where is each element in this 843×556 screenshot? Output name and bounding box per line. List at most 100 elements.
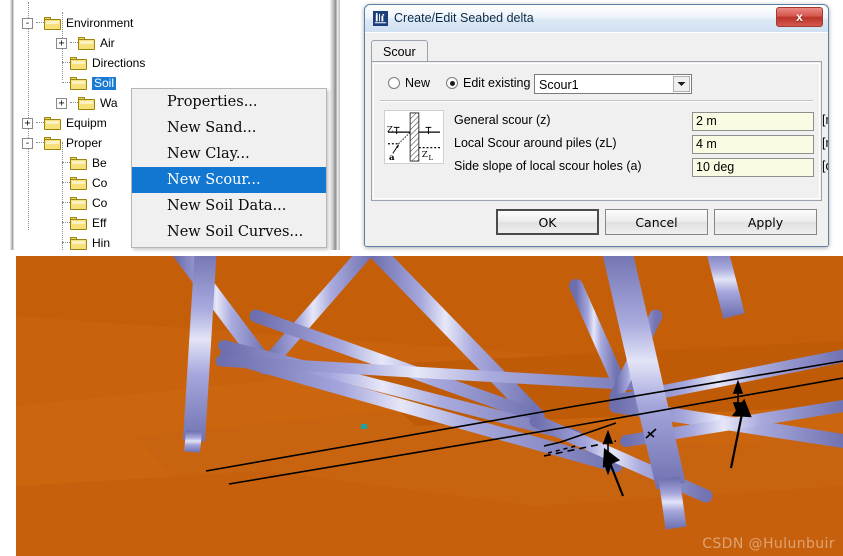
tree-panel-right-divider[interactable]	[330, 0, 340, 250]
tree-item-label: Soil	[92, 75, 117, 90]
folder-icon	[70, 236, 87, 250]
field-label: Side slope of local scour holes (a)	[454, 159, 642, 173]
scour-settings-panel: New Edit existing Scour1 Z a Z L General…	[371, 61, 828, 201]
tree-toggle-icon[interactable]: +	[56, 37, 67, 49]
folder-icon	[44, 116, 61, 130]
folder-icon	[70, 176, 87, 190]
tree-item-co-1[interactable]: Co	[62, 173, 107, 193]
tree-panel-left-divider[interactable]	[10, 0, 14, 250]
side-slope-input[interactable]: 10 deg	[692, 158, 814, 177]
svg-text:a: a	[389, 153, 395, 163]
input-value: 2 m	[696, 114, 717, 128]
folder-icon	[44, 16, 61, 30]
tree-item-label: Directions	[92, 55, 146, 70]
close-icon[interactable]: x	[776, 7, 823, 27]
tree-item-co-2[interactable]: Co	[62, 193, 107, 213]
menu-item-new-sand[interactable]: New Sand...	[132, 115, 326, 141]
scour-select-value: Scour1	[539, 78, 579, 92]
apply-button[interactable]: Apply	[714, 209, 817, 235]
tree-item-label: Equipm	[66, 115, 107, 130]
local-scour-input[interactable]: 4 m	[692, 135, 814, 154]
tree-item-label: Be	[92, 155, 107, 170]
tree-item-environment[interactable]: - Environment	[22, 13, 133, 33]
3d-model-viewport[interactable]: 4 2 10 deg. General scour Local scour CS…	[16, 256, 843, 556]
folder-icon	[70, 76, 87, 90]
watermark: CSDN @Hulunbuir	[702, 536, 835, 552]
radio-edit-existing-label: Edit existing	[463, 76, 531, 90]
input-value: 10 deg	[696, 160, 735, 174]
tree-dash	[70, 42, 78, 44]
tree-dash	[62, 242, 70, 244]
tree-item-waves[interactable]: + Wa	[56, 93, 118, 113]
tree-item-label: Environment	[66, 15, 134, 30]
field-general-scour: General scour (z) 2 m [m]	[454, 112, 828, 131]
field-label: Local Scour around piles (zL)	[454, 136, 617, 150]
tree-toggle-icon[interactable]: +	[22, 117, 33, 129]
folder-icon	[70, 196, 87, 210]
tree-dash	[36, 22, 44, 24]
tree-toggle-icon[interactable]: -	[22, 137, 33, 149]
panel-divider-highlight	[380, 101, 813, 102]
tree-item-directions[interactable]: Directions	[62, 53, 145, 73]
tab-scour[interactable]: Scour	[371, 40, 428, 62]
menu-item-new-soil-curves[interactable]: New Soil Curves...	[132, 219, 326, 245]
dialog-body: Scour New Edit existing Scour1 Z a Z L G…	[365, 32, 828, 246]
menu-item-new-clay[interactable]: New Clay...	[132, 141, 326, 167]
ok-button[interactable]: OK	[496, 209, 599, 235]
scour-select[interactable]: Scour1	[534, 74, 692, 94]
svg-text:Z: Z	[422, 150, 428, 160]
tree-item-label: Eff	[92, 215, 107, 230]
tree-dash	[62, 162, 70, 164]
tree-dash	[36, 142, 44, 144]
radio-new-label: New	[405, 76, 431, 90]
menu-item-new-scour[interactable]: New Scour...	[132, 167, 326, 193]
dialog-title: Create/Edit Seabed delta	[394, 11, 534, 25]
tree-toggle-icon[interactable]: +	[56, 97, 67, 109]
tree-item-label: Co	[92, 175, 108, 190]
create-edit-seabed-delta-dialog[interactable]: Create/Edit Seabed delta x Scour New Edi…	[364, 4, 829, 247]
general-scour-input[interactable]: 2 m	[692, 112, 814, 131]
tree-item-eff[interactable]: Eff	[62, 213, 106, 233]
dialog-button-row: OK Cancel Apply	[371, 209, 822, 235]
tree-item-air[interactable]: + Air	[56, 33, 115, 53]
cancel-button[interactable]: Cancel	[605, 209, 708, 235]
tree-dash	[62, 182, 70, 184]
field-side-slope: Side slope of local scour holes (a) 10 d…	[454, 158, 828, 177]
tree-item-label: Hin	[92, 235, 111, 250]
scour-definition-diagram-icon: Z a Z L	[384, 110, 444, 164]
tree-dash	[36, 122, 44, 124]
svg-text:Z: Z	[387, 125, 393, 135]
tree-dash	[62, 202, 70, 204]
folder-icon	[70, 156, 87, 170]
chevron-down-icon[interactable]	[673, 76, 690, 92]
tab-strip[interactable]: Scour	[371, 40, 822, 62]
tree-toggle-icon[interactable]: -	[22, 17, 33, 29]
folder-icon	[78, 96, 95, 110]
tree-item-hin[interactable]: Hin	[62, 233, 110, 250]
svg-text:L: L	[428, 154, 433, 162]
menu-item-new-soil-data[interactable]: New Soil Data...	[132, 193, 326, 219]
radio-edit-existing[interactable]	[446, 77, 458, 89]
tree-dash	[62, 62, 70, 64]
tree-item-label: Proper	[66, 135, 103, 150]
tree-item-be[interactable]: Be	[62, 153, 107, 173]
tree-item-label: Wa	[100, 95, 118, 110]
scour-settings-panel-inner: New Edit existing Scour1 Z a Z L General…	[373, 63, 828, 199]
dialog-title-bar[interactable]: Create/Edit Seabed delta x	[365, 5, 828, 33]
folder-icon	[70, 56, 87, 70]
folder-icon	[44, 136, 61, 150]
input-value: 4 m	[696, 137, 717, 151]
soil-context-menu[interactable]: Properties... New Sand... New Clay... Ne…	[131, 88, 327, 248]
field-label: General scour (z)	[454, 113, 551, 127]
tree-item-equipment[interactable]: + Equipm	[22, 113, 107, 133]
tree-item-label: Air	[100, 35, 115, 50]
radio-new[interactable]	[388, 77, 400, 89]
tree-item-soil[interactable]: Soil	[62, 73, 117, 93]
tree-item-properties[interactable]: - Proper	[22, 133, 102, 153]
folder-icon	[70, 216, 87, 230]
tree-dash	[62, 222, 70, 224]
application-icon	[373, 11, 388, 26]
mode-row: New Edit existing Scour1	[382, 72, 811, 98]
tree-item-label: Co	[92, 195, 108, 210]
menu-item-properties[interactable]: Properties...	[132, 89, 326, 115]
